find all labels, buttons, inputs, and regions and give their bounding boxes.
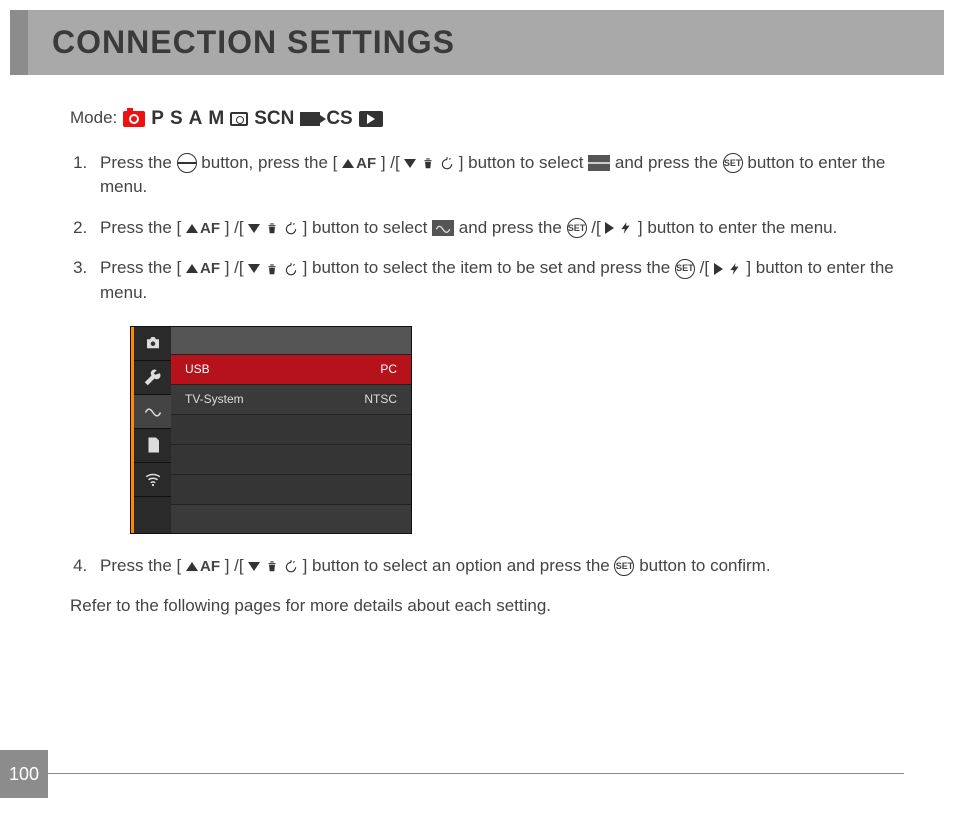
- trash-icon: [265, 556, 279, 575]
- camera-icon: [123, 111, 145, 127]
- playback-mode-icon: [359, 111, 383, 127]
- text: button to confirm.: [639, 556, 770, 575]
- mode-cs: CS: [326, 105, 352, 133]
- page-header: CONNECTION SETTINGS: [10, 10, 944, 75]
- mode-s: S: [170, 105, 183, 133]
- text: ] button to select: [303, 218, 432, 237]
- timer-icon: [284, 218, 298, 237]
- face-mode-icon: [230, 112, 248, 126]
- instruction-list: Press the button, press the [ AF ] /[ ] …: [70, 151, 894, 579]
- movie-mode-icon: [300, 112, 320, 126]
- mode-a: A: [189, 105, 203, 133]
- trash-icon: [265, 258, 279, 277]
- up-arrow-icon: [186, 264, 198, 273]
- menu-row-value: PC: [380, 361, 397, 378]
- menu-row-empty: [171, 475, 411, 505]
- step-4: Press the [ AF ] /[ ] button to select a…: [92, 554, 894, 579]
- af-label: AF: [356, 155, 376, 172]
- menu-tab-wifi-icon: [134, 463, 171, 497]
- mode-row: Mode: P S A M SCN CS: [70, 105, 894, 133]
- menu-row-empty: [171, 445, 411, 475]
- text: ] button to select an option and press t…: [303, 556, 615, 575]
- menu-button-icon: [177, 153, 197, 173]
- down-arrow-icon: [248, 264, 260, 273]
- flash-icon: [728, 258, 742, 277]
- step-2: Press the [ AF ] /[ ] button to select a…: [92, 216, 894, 241]
- page-title: CONNECTION SETTINGS: [52, 24, 920, 61]
- footnote: Refer to the following pages for more de…: [70, 594, 894, 619]
- text: ] /[: [381, 153, 400, 172]
- page-number: 100: [0, 750, 48, 798]
- timer-icon: [440, 153, 454, 172]
- text: ] button to select the item to be set an…: [303, 258, 675, 277]
- mode-p: P: [151, 105, 164, 133]
- menu-sidebar: [131, 327, 171, 533]
- menu-body: USB PC TV-System NTSC: [171, 327, 411, 533]
- menu-tab-camera-icon: [134, 327, 171, 361]
- flash-icon: [619, 218, 633, 237]
- trash-icon: [265, 218, 279, 237]
- text: /[: [591, 218, 600, 237]
- text: Press the [: [100, 258, 181, 277]
- mode-scn: SCN: [254, 105, 294, 133]
- set-button-icon: SET: [723, 153, 743, 173]
- set-button-icon: SET: [675, 259, 695, 279]
- af-label: AF: [200, 220, 220, 237]
- timer-icon: [284, 556, 298, 575]
- down-arrow-icon: [248, 224, 260, 233]
- af-label: AF: [200, 558, 220, 575]
- menu-row-label: TV-System: [185, 391, 244, 408]
- text: ] /[: [225, 556, 244, 575]
- text: Press the [: [100, 218, 181, 237]
- right-arrow-icon: [605, 222, 614, 234]
- af-label: AF: [200, 260, 220, 277]
- text: ] /[: [225, 218, 244, 237]
- set-button-icon: SET: [567, 218, 587, 238]
- mode-m: M: [208, 105, 224, 133]
- text: and press the: [459, 218, 567, 237]
- step-1: Press the button, press the [ AF ] /[ ] …: [92, 151, 894, 200]
- menu-header-bar: [171, 327, 411, 355]
- connection-rect-icon: [432, 220, 454, 236]
- down-arrow-icon: [248, 562, 260, 571]
- text: and press the: [615, 153, 723, 172]
- menu-rect-icon: [588, 155, 610, 171]
- text: button, press the [: [201, 153, 337, 172]
- menu-row-tvsystem: TV-System NTSC: [171, 385, 411, 415]
- menu-row-value: NTSC: [364, 391, 397, 408]
- menu-tab-connection-icon: [134, 395, 171, 429]
- up-arrow-icon: [186, 562, 198, 571]
- text: ] button to select: [459, 153, 588, 172]
- text: Press the [: [100, 556, 181, 575]
- menu-tab-wrench-icon: [134, 361, 171, 395]
- page-content: Mode: P S A M SCN CS Press the button, p…: [0, 75, 954, 619]
- timer-icon: [284, 258, 298, 277]
- footer-divider: [48, 773, 904, 774]
- text: Press the: [100, 153, 177, 172]
- step-3: Press the [ AF ] /[ ] button to select t…: [92, 256, 894, 533]
- up-arrow-icon: [186, 224, 198, 233]
- menu-row-label: USB: [185, 361, 210, 378]
- up-arrow-icon: [342, 159, 354, 168]
- camera-menu-screenshot: USB PC TV-System NTSC: [130, 326, 412, 534]
- trash-icon: [421, 153, 435, 172]
- text: ] button to enter the menu.: [638, 218, 837, 237]
- down-arrow-icon: [404, 159, 416, 168]
- text: /[: [700, 258, 709, 277]
- set-button-icon: SET: [614, 556, 634, 576]
- mode-label: Mode:: [70, 106, 117, 131]
- menu-row-usb: USB PC: [171, 355, 411, 385]
- text: ] /[: [225, 258, 244, 277]
- menu-tab-sd-icon: [134, 429, 171, 463]
- menu-row-empty: [171, 415, 411, 445]
- right-arrow-icon: [714, 263, 723, 275]
